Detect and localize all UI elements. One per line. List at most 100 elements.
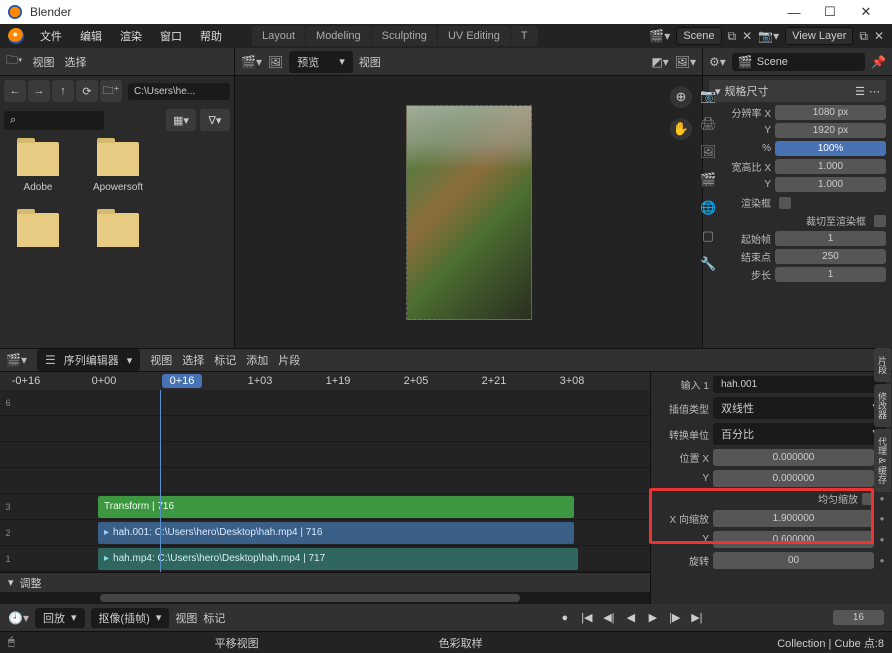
scene-copy-icon[interactable]: ⧉ <box>728 29 737 44</box>
keyframe-next-button[interactable]: |▶ <box>665 608 685 628</box>
current-frame-field[interactable]: 16 <box>833 610 884 625</box>
viewlayer-copy-icon[interactable]: ⧉ <box>859 29 868 44</box>
viewlayer-selector[interactable]: View Layer <box>785 27 853 45</box>
scene-new-icon[interactable]: ✕ <box>742 29 752 43</box>
keyframe-dot[interactable]: ● <box>878 556 886 565</box>
folder-item[interactable]: Adobe <box>8 142 68 193</box>
nav-refresh-button[interactable]: ⟳ <box>76 80 98 102</box>
seq-editor-icon[interactable]: 🎬▾ <box>6 353 27 367</box>
tab-more[interactable]: T <box>511 26 538 46</box>
pan-icon[interactable]: ✋ <box>670 118 692 140</box>
preview-viewport[interactable]: ⊕ ✋ <box>235 76 702 348</box>
input1-field[interactable]: hah.001 <box>713 376 886 393</box>
viewlayer-del-icon[interactable]: ✕ <box>874 29 884 43</box>
nav-newdir-button[interactable]: 🗀⁺ <box>100 80 122 102</box>
play-button[interactable]: ▶ <box>643 608 663 628</box>
timecode-ruler[interactable]: -0+16 0+00 0+16 1+03 1+19 2+05 2+21 3+08 <box>0 372 650 390</box>
nav-back-button[interactable]: ← <box>4 80 26 102</box>
nav-up-button[interactable]: ↑ <box>52 80 74 102</box>
preview-menu-view[interactable]: 视图 <box>359 54 381 70</box>
tab-modifiers[interactable]: 修改器 <box>874 384 891 427</box>
playhead[interactable] <box>160 390 161 572</box>
menu-render[interactable]: 渲染 <box>112 25 150 47</box>
scrollbar-thumb[interactable] <box>100 594 520 602</box>
play-reverse-button[interactable]: ◀ <box>621 608 641 628</box>
props-tab-object-icon[interactable]: ▢ <box>700 228 716 244</box>
pin-icon[interactable]: 📌 <box>871 55 886 69</box>
props-tab-render-icon[interactable]: 📷 <box>700 88 716 104</box>
rot-field[interactable]: 00 <box>713 552 874 569</box>
tab-strip[interactable]: 片段 <box>874 348 891 382</box>
res-y-field[interactable]: 1920 px <box>775 123 886 138</box>
seq-scrollbar[interactable] <box>0 592 650 604</box>
aspect-x-field[interactable]: 1.000 <box>775 159 886 174</box>
crop-checkbox[interactable] <box>874 215 886 227</box>
filter-button[interactable]: ∇▾ <box>200 109 230 131</box>
folder-item[interactable] <box>88 213 148 253</box>
interp-dropdown[interactable]: 双线性▾ <box>713 397 886 419</box>
keyframe-dot[interactable]: ● <box>878 514 886 523</box>
folder-item[interactable] <box>8 213 68 253</box>
unit-dropdown[interactable]: 百分比▾ <box>713 423 886 445</box>
preview-mode-dropdown[interactable]: 预览▾ <box>289 51 353 73</box>
props-tab-modifier-icon[interactable]: 🔧 <box>700 256 716 272</box>
blender-icon[interactable] <box>8 28 24 44</box>
menu-edit[interactable]: 编辑 <box>72 25 110 47</box>
fb-menu-view[interactable]: 视图 <box>32 54 54 70</box>
search-input[interactable]: ⌕ <box>4 111 104 130</box>
maximize-button[interactable]: ☐ <box>812 4 848 20</box>
nav-fwd-button[interactable]: → <box>28 80 50 102</box>
seq-menu-strip[interactable]: 片段 <box>278 352 300 368</box>
zoom-icon[interactable]: ⊕ <box>670 86 692 108</box>
tab-modeling[interactable]: Modeling <box>306 26 371 46</box>
menu-help[interactable]: 帮助 <box>192 25 230 47</box>
scene-selector[interactable]: Scene <box>676 27 721 45</box>
jump-start-button[interactable]: |◀ <box>577 608 597 628</box>
end-field[interactable]: 250 <box>775 249 886 264</box>
seq-menu-view[interactable]: 视图 <box>150 352 172 368</box>
tab-proxy[interactable]: 代理 & 缓存 <box>874 429 891 492</box>
playbar-menu-marker[interactable]: 标记 <box>203 610 225 626</box>
props-editor-icon[interactable]: ⚙▾ <box>709 55 726 69</box>
adjust-panel-header[interactable]: ▾调整 <box>0 572 650 592</box>
menu-file[interactable]: 文件 <box>32 25 70 47</box>
props-tab-world-icon[interactable]: 🌐 <box>700 200 716 216</box>
seq-menu-add[interactable]: 添加 <box>246 352 268 368</box>
path-field[interactable]: C:\Users\he... <box>128 83 230 100</box>
preview-editor-icon[interactable]: 🎬▾ <box>241 55 262 69</box>
uniform-scale-checkbox[interactable] <box>862 493 874 505</box>
seq-editor-dropdown[interactable]: ☰序列编辑器▾ <box>37 349 140 371</box>
aspect-y-field[interactable]: 1.000 <box>775 177 886 192</box>
keying-dropdown[interactable]: 抠像(插帧)▾ <box>91 608 170 628</box>
scale-x-field[interactable]: 1.900000 <box>713 510 874 527</box>
autokey-button[interactable]: ● <box>555 608 575 628</box>
jump-end-button[interactable]: ▶| <box>687 608 707 628</box>
folder-item[interactable]: Apowersoft <box>88 142 148 193</box>
props-tab-scene-icon[interactable]: 🎬 <box>700 172 716 188</box>
pos-y-field[interactable]: 0.000000 <box>713 470 874 487</box>
tab-sculpting[interactable]: Sculpting <box>372 26 437 46</box>
strip-video1[interactable]: hah.001: C:\Users\hero\Desktop\hah.mp4 |… <box>98 522 574 544</box>
seq-menu-select[interactable]: 选择 <box>182 352 204 368</box>
filebrowser-editor-icon[interactable]: 🗀▾ <box>6 51 22 72</box>
border-checkbox[interactable] <box>779 197 791 209</box>
res-x-field[interactable]: 1080 px <box>775 105 886 120</box>
viewlayer-browse-icon[interactable]: 📷▾ <box>758 29 779 43</box>
strip-transform[interactable]: Transform | 716 <box>98 496 574 518</box>
track-area[interactable]: 6 3 Transform | 716 2 hah.001: C:\Users\… <box>0 390 650 572</box>
start-field[interactable]: 1 <box>775 231 886 246</box>
preview-channels-icon[interactable]: ◩▾ <box>651 55 668 69</box>
preview-overlay-icon[interactable]: 🖼▾ <box>675 55 696 69</box>
props-tab-output-icon[interactable]: 🖨 <box>700 116 716 132</box>
scene-browse-icon[interactable]: 🎬▾ <box>649 29 670 43</box>
seq-menu-marker[interactable]: 标记 <box>214 352 236 368</box>
close-button[interactable]: ✕ <box>848 4 884 20</box>
keyframe-dot[interactable]: ● <box>878 535 886 544</box>
pos-x-field[interactable]: 0.000000 <box>713 449 874 466</box>
playback-dropdown[interactable]: 回放▾ <box>35 608 85 628</box>
pct-field[interactable]: 100% <box>775 141 886 156</box>
step-field[interactable]: 1 <box>775 267 886 282</box>
keyframe-dot[interactable]: ● <box>878 494 886 503</box>
keyframe-prev-button[interactable]: ◀| <box>599 608 619 628</box>
props-scene-selector[interactable]: 🎬Scene <box>732 53 865 71</box>
